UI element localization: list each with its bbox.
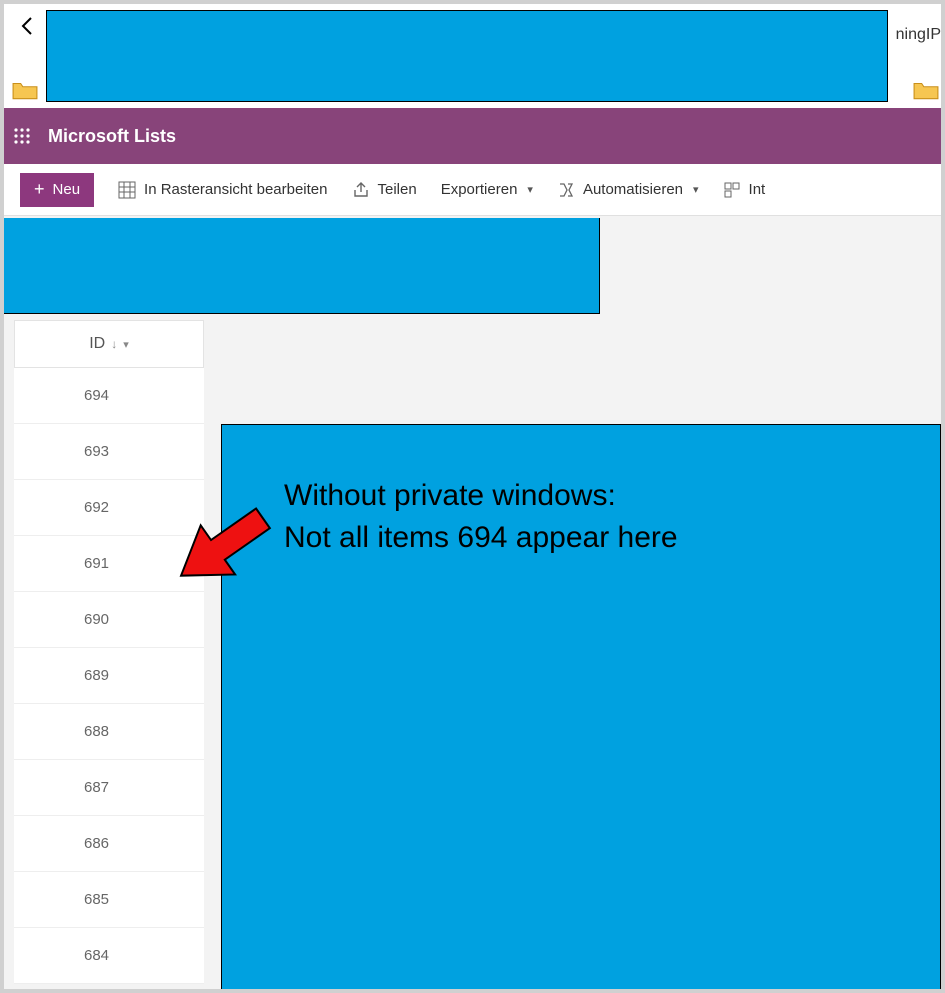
list-area: ID ↓ ▾ 694 693 692 691 690 689 688 687 6… [14,320,931,989]
table-row[interactable]: 685 [14,872,204,928]
tab-label-partial: ningIP [896,26,941,44]
integrate-label: Int [749,181,766,198]
annotation-line1: Without private windows: [284,475,678,517]
table-row[interactable]: 689 [14,648,204,704]
bookmark-folder-icon[interactable] [913,80,939,100]
chevron-down-icon: ▾ [693,183,699,196]
share-icon [352,181,370,199]
command-bar: + Neu In Rasteransicht bearbeiten Teilen… [4,164,941,216]
content-area: ID ↓ ▾ 694 693 692 691 690 689 688 687 6… [4,216,941,989]
edit-grid-label: In Rasteransicht bearbeiten [144,181,327,198]
flow-icon [557,181,575,199]
edit-grid-button[interactable]: In Rasteransicht bearbeiten [118,181,327,199]
redaction-box [4,218,600,314]
table-row[interactable]: 687 [14,760,204,816]
app-title: Microsoft Lists [48,126,176,147]
export-button[interactable]: Exportieren ▾ [441,181,533,198]
back-button[interactable] [12,10,44,42]
cell-id: 689 [84,667,109,684]
integrate-button[interactable]: Int [723,181,766,199]
integrate-icon [723,181,741,199]
share-label: Teilen [378,181,417,198]
column-header-id[interactable]: ID ↓ ▾ [14,320,204,368]
redaction-box [46,10,888,102]
chevron-down-icon: ▾ [123,338,129,351]
list-rows: 694 693 692 691 690 689 688 687 686 685 … [14,368,204,984]
annotation-overlay: Without private windows: Not all items 6… [221,424,941,989]
app-launcher-icon[interactable] [8,122,36,150]
grid-icon [118,181,136,199]
cell-id: 692 [84,499,109,516]
cell-id: 688 [84,723,109,740]
cell-id: 686 [84,835,109,852]
table-row[interactable]: 684 [14,928,204,984]
new-button-label: Neu [53,181,81,198]
share-button[interactable]: Teilen [352,181,417,199]
cell-id: 684 [84,947,109,964]
export-label: Exportieren [441,181,518,198]
bookmark-folder-icon[interactable] [12,80,38,100]
cell-id: 693 [84,443,109,460]
browser-chrome: ningIP [4,4,941,108]
table-row[interactable]: 686 [14,816,204,872]
annotation-line2: Not all items 694 appear here [284,517,678,559]
cell-id: 690 [84,611,109,628]
cell-id: 691 [84,555,109,572]
app-header: Microsoft Lists [4,108,941,164]
column-header-label: ID [89,335,105,353]
cell-id: 694 [84,387,109,404]
automate-label: Automatisieren [583,181,683,198]
annotation-text: Without private windows: Not all items 6… [284,475,678,559]
table-row[interactable]: 694 [14,368,204,424]
sort-down-icon: ↓ [111,337,117,351]
table-row[interactable]: 693 [14,424,204,480]
cell-id: 687 [84,779,109,796]
chevron-down-icon: ▾ [527,183,533,196]
new-button[interactable]: + Neu [20,173,94,207]
automate-button[interactable]: Automatisieren ▾ [557,181,699,199]
arrow-icon [162,487,282,607]
table-row[interactable]: 688 [14,704,204,760]
cell-id: 685 [84,891,109,908]
plus-icon: + [34,179,45,200]
